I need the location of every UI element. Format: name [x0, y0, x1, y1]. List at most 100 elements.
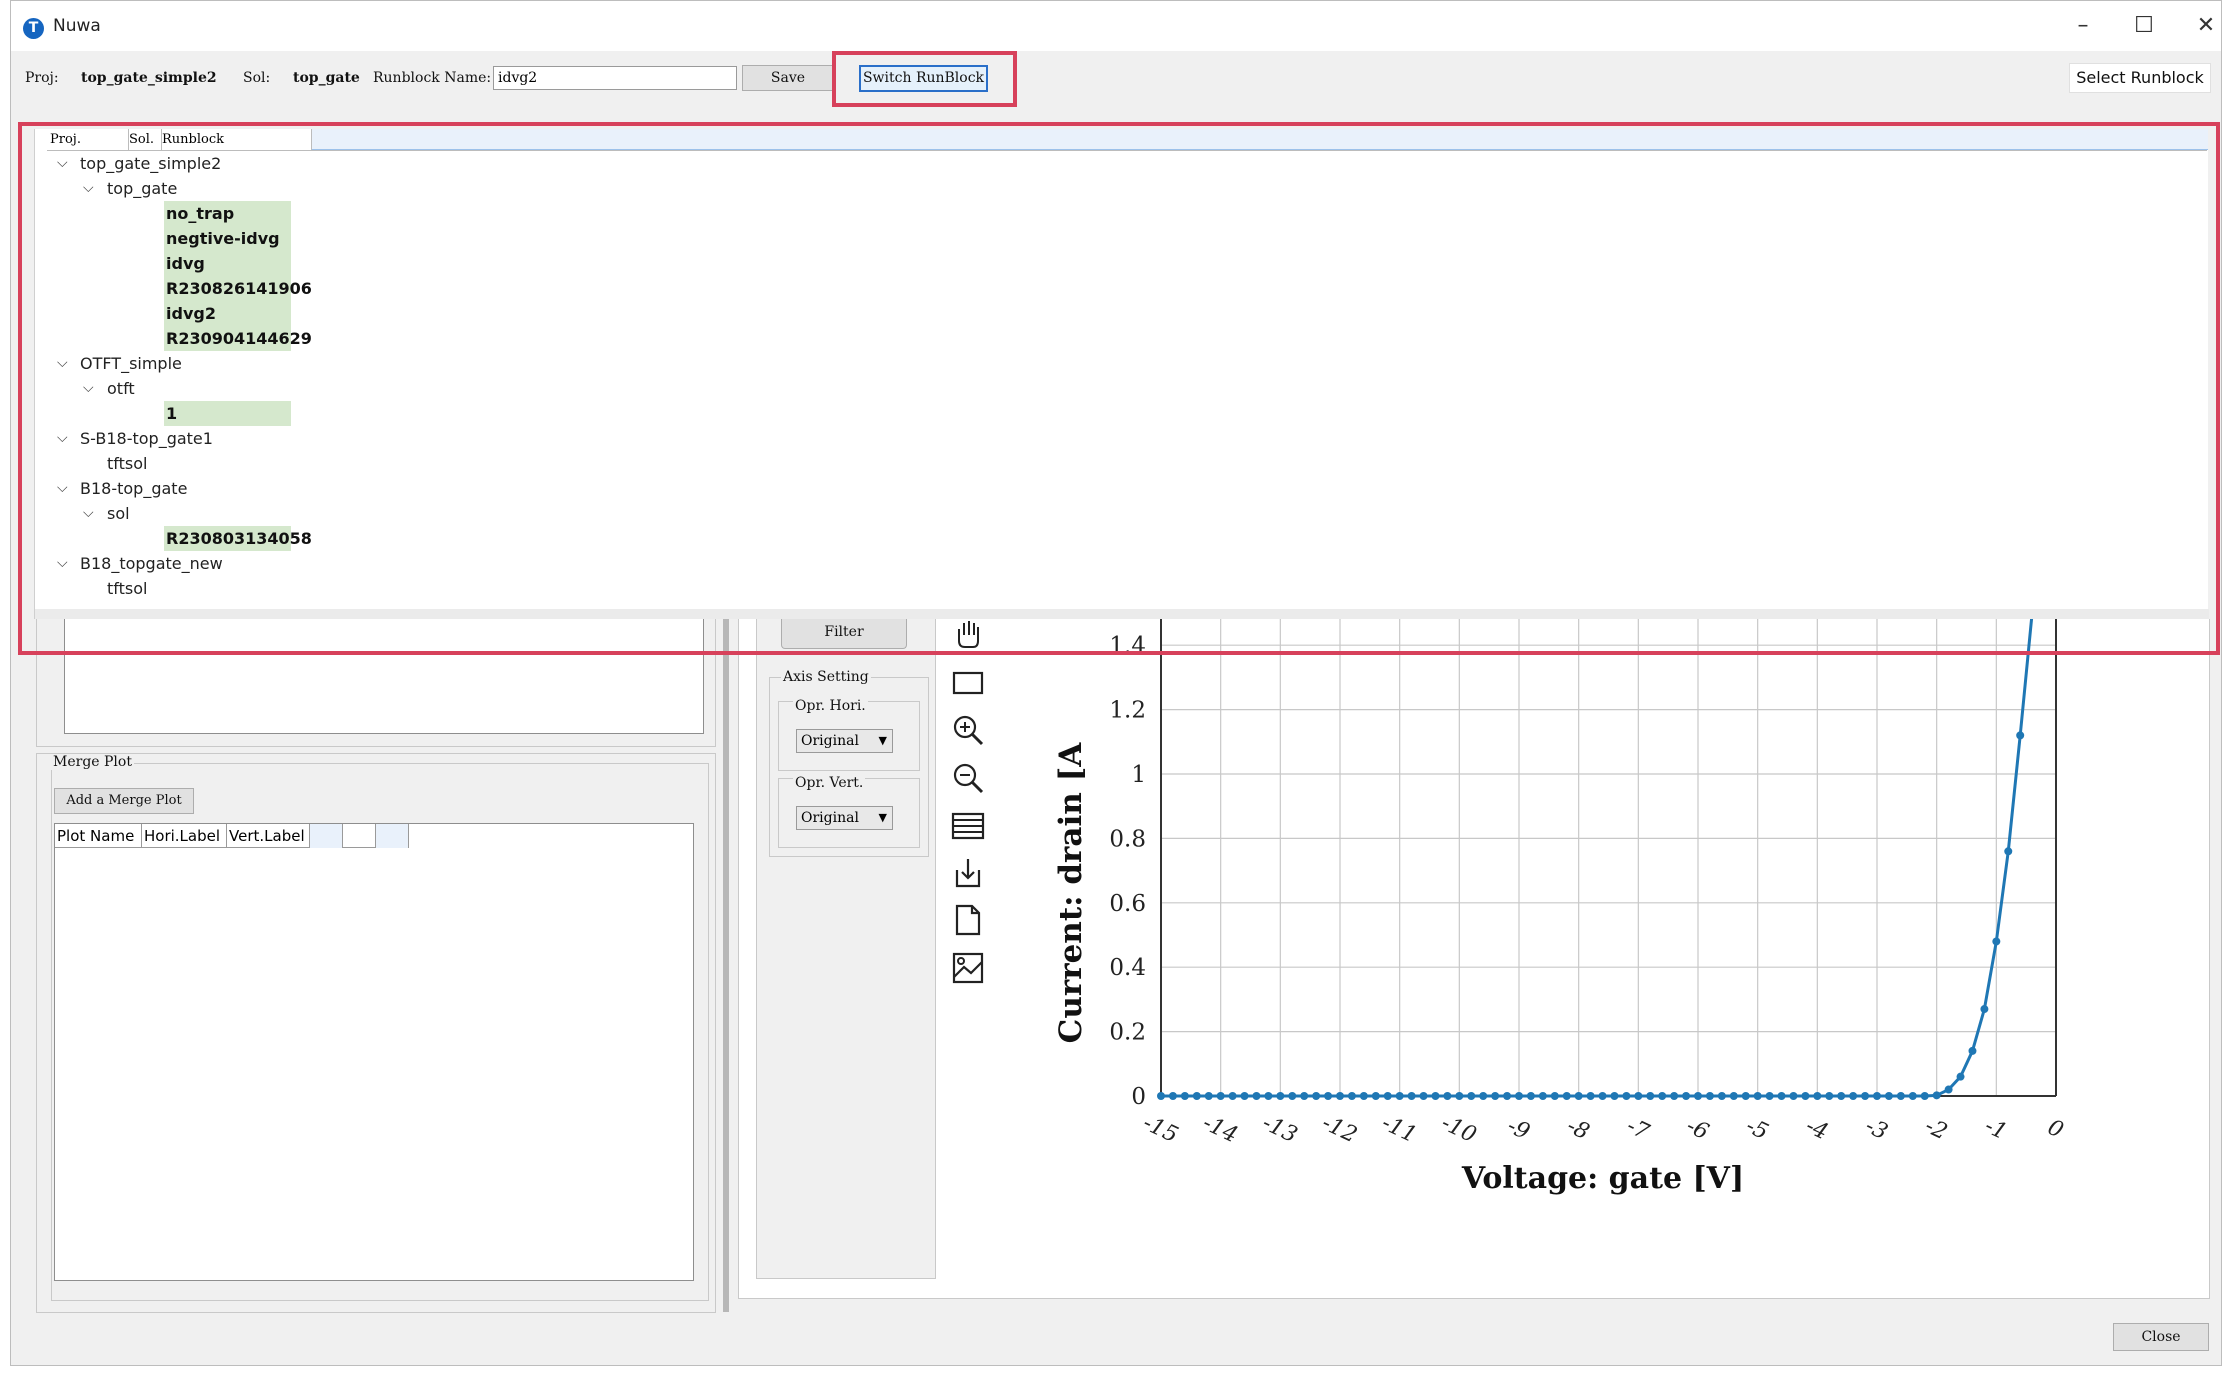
data-point — [1825, 1092, 1834, 1100]
table-icon[interactable] — [951, 809, 985, 843]
x-tick-label: -9 — [1503, 1114, 1533, 1146]
add-merge-plot-button[interactable]: Add a Merge Plot — [54, 788, 194, 814]
data-point — [1455, 1092, 1464, 1100]
data-point — [1371, 1092, 1380, 1100]
data-point — [1324, 1092, 1333, 1100]
data-point — [1622, 1092, 1631, 1100]
data-point — [1157, 1092, 1165, 1100]
series-line — [1161, 613, 2034, 1098]
close-icon[interactable]: ✕ — [2186, 11, 2226, 41]
x-tick-label: -8 — [1563, 1114, 1593, 1146]
window-title: Nuwa — [53, 16, 101, 36]
column-empty-1[interactable] — [310, 824, 343, 848]
y-tick-label: 0.6 — [1109, 891, 1146, 917]
data-point — [1670, 1092, 1679, 1100]
column-plot-name[interactable]: Plot Name — [55, 824, 142, 848]
x-tick-label: -1 — [1981, 1114, 2011, 1146]
zoom-in-icon[interactable] — [951, 713, 985, 747]
opr-hori-label: Opr. Hori. — [793, 698, 868, 714]
title-bar: T Nuwa – ☐ ✕ — [11, 1, 2221, 51]
data-point — [1395, 1092, 1404, 1100]
image-export-icon[interactable] — [951, 951, 985, 985]
data-point — [1586, 1092, 1595, 1100]
x-tick-label: -5 — [1742, 1114, 1772, 1146]
data-point — [1920, 1092, 1929, 1100]
runblock-name-input[interactable] — [493, 66, 737, 90]
y-tick-label: 1.2 — [1109, 698, 1146, 724]
data-point — [1801, 1092, 1810, 1100]
data-point — [1359, 1092, 1368, 1100]
minimize-icon[interactable]: – — [2063, 11, 2103, 41]
data-point — [1538, 1092, 1547, 1100]
y-tick-label: 0.2 — [1109, 1020, 1146, 1046]
zoom-out-icon[interactable] — [951, 761, 985, 795]
data-point — [1479, 1092, 1488, 1100]
merge-plot-title: Merge Plot — [51, 754, 134, 770]
data-point — [1515, 1092, 1523, 1100]
opr-vert-label: Opr. Vert. — [793, 775, 866, 791]
x-tick-label: -11 — [1378, 1111, 1421, 1149]
x-tick-label: -10 — [1437, 1111, 1480, 1149]
document-icon[interactable] — [951, 903, 985, 937]
data-point — [1896, 1092, 1905, 1100]
rectangle-select-icon[interactable] — [951, 666, 985, 700]
x-axis-label: Voltage: gate [V] — [1461, 1161, 1744, 1196]
data-point — [1634, 1092, 1643, 1100]
data-point — [1550, 1092, 1559, 1100]
data-point — [1777, 1092, 1786, 1100]
panel-splitter[interactable] — [723, 619, 729, 1312]
maximize-icon[interactable]: ☐ — [2124, 11, 2164, 41]
opr-hori-select[interactable]: Original ▼ — [796, 729, 893, 753]
data-point — [1336, 1092, 1344, 1100]
data-point — [1598, 1092, 1607, 1100]
chevron-down-icon: ▼ — [878, 734, 887, 747]
opr-hori-value: Original — [801, 733, 859, 749]
data-point — [1467, 1092, 1476, 1100]
column-vert-label[interactable]: Vert.Label — [227, 824, 310, 848]
column-empty-3[interactable] — [376, 824, 409, 848]
data-point — [1228, 1092, 1237, 1100]
column-hori-label[interactable]: Hori.Label — [142, 824, 227, 848]
opr-vert-value: Original — [801, 810, 859, 826]
opr-vert-select[interactable]: Original ▼ — [796, 806, 893, 830]
data-point — [1705, 1092, 1714, 1100]
merge-plot-table: Plot Name Hori.Label Vert.Label — [54, 823, 694, 1281]
chevron-down-icon: ▼ — [878, 811, 887, 824]
sol-label: Sol: — [243, 70, 271, 86]
data-point — [1932, 1091, 1941, 1100]
runblock-name-label: Runblock Name: — [373, 70, 492, 86]
data-point — [1741, 1092, 1750, 1100]
y-tick-label: 0 — [1131, 1084, 1146, 1110]
select-runblock-button[interactable]: Select Runblock — [2069, 63, 2211, 93]
data-point — [1646, 1092, 1655, 1100]
close-button[interactable]: Close — [2113, 1323, 2209, 1351]
download-icon[interactable] — [951, 856, 985, 890]
data-point — [1658, 1092, 1667, 1100]
data-point — [2016, 731, 2025, 740]
data-point — [1562, 1092, 1571, 1100]
data-point — [1240, 1092, 1249, 1100]
data-point — [1204, 1092, 1213, 1100]
data-point — [1383, 1092, 1392, 1100]
data-point — [1956, 1072, 1965, 1081]
save-button[interactable]: Save — [742, 65, 834, 91]
sol-value: top_gate — [293, 70, 360, 86]
column-empty-2[interactable] — [343, 824, 376, 848]
data-point — [1992, 937, 2001, 946]
data-point — [1610, 1092, 1619, 1100]
y-tick-label: 0.4 — [1109, 955, 1146, 981]
data-point — [1276, 1092, 1285, 1100]
data-point — [1717, 1092, 1726, 1100]
axis-setting-title: Axis Setting — [781, 669, 871, 685]
data-point — [1300, 1092, 1309, 1100]
data-point — [1491, 1092, 1500, 1100]
data-point — [1873, 1092, 1881, 1100]
proj-label: Proj: — [25, 70, 59, 86]
plot-canvas[interactable]: 00.20.40.60.811.21.4 -15 -14 -13 -12 -11 -10-… — [1016, 613, 2211, 1213]
data-point — [1288, 1092, 1297, 1100]
data-point — [1861, 1092, 1870, 1100]
y-tick-label: 0.8 — [1109, 826, 1146, 852]
data-point — [1574, 1092, 1583, 1100]
data-point — [1837, 1092, 1846, 1100]
y-axis-label: Current: drain [A — [1053, 742, 1089, 1044]
